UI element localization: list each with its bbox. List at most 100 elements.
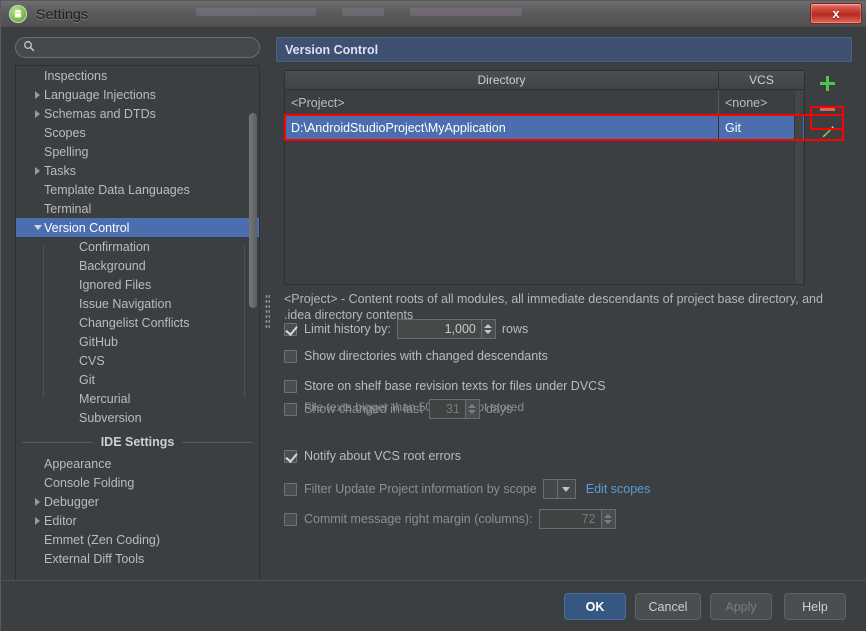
sidebar-item-inspections[interactable]: Inspections	[16, 66, 259, 85]
limit-history-label: Limit history by:	[304, 322, 391, 336]
edit-scopes-link[interactable]: Edit scopes	[586, 482, 651, 496]
option-show-changed-in-last[interactable]: Show changed in last31days	[284, 399, 512, 419]
sidebar-item-console-folding[interactable]: Console Folding	[16, 473, 259, 492]
cancel-button[interactable]: Cancel	[635, 593, 701, 620]
filter-update-project-by-scope-combo-value	[544, 480, 558, 498]
add-directory-button[interactable]	[812, 70, 842, 96]
sidebar-item-spelling[interactable]: Spelling	[16, 142, 259, 161]
spinner-down-icon[interactable]	[604, 520, 612, 524]
cell-directory: D:\AndroidStudioProject\MyApplication	[285, 115, 719, 140]
title-bar: Settings x	[1, 1, 866, 28]
sidebar-item-label: Debugger	[44, 495, 99, 509]
chevron-down-icon[interactable]	[31, 218, 44, 237]
limit-history-value[interactable]: 1,000	[397, 319, 481, 339]
commit-message-right-margin-spinner-buttons[interactable]	[601, 509, 616, 529]
sidebar-item-label: GitHub	[79, 335, 118, 349]
limit-history-spinner-buttons[interactable]	[481, 319, 496, 339]
sidebar-item-debugger[interactable]: Debugger	[16, 492, 259, 511]
sidebar-item-background[interactable]: Background	[16, 256, 259, 275]
spinner-up-icon[interactable]	[484, 324, 492, 328]
limit-history-spinner[interactable]: 1,000	[397, 319, 496, 339]
sidebar-item-ignored-files[interactable]: Ignored Files	[16, 275, 259, 294]
panel-body: Directory VCS <Project><none>D:\AndroidS…	[276, 70, 852, 594]
option-store-on-shelf-base-revision[interactable]: Store on shelf base revision texts for f…	[284, 379, 606, 393]
commit-message-right-margin-checkbox[interactable]	[284, 513, 297, 526]
show-changed-in-last-checkbox[interactable]	[284, 403, 297, 416]
sidebar-item-external-diff-tools[interactable]: External Diff Tools	[16, 549, 259, 568]
sidebar-item-label: Changelist Conflicts	[79, 316, 189, 330]
table-toolbar	[810, 70, 844, 285]
search-input[interactable]	[39, 40, 259, 56]
sidebar-scrollbar[interactable]	[249, 113, 257, 308]
filter-update-project-by-scope-checkbox[interactable]	[284, 483, 297, 496]
limit-history-checkbox[interactable]	[284, 323, 297, 336]
chevron-down-icon[interactable]	[558, 480, 575, 498]
option-filter-update-project-by-scope[interactable]: Filter Update Project information by sco…	[284, 479, 650, 499]
sidebar-item-label: Subversion	[79, 411, 142, 425]
apply-button[interactable]: Apply	[710, 593, 772, 620]
filter-update-project-by-scope-combo[interactable]	[543, 479, 576, 499]
sidebar-item-git[interactable]: Git	[16, 370, 259, 389]
notify-vcs-root-errors-checkbox[interactable]	[284, 450, 297, 463]
ok-button[interactable]: OK	[564, 593, 626, 620]
option-show-directories-changed-descendants[interactable]: Show directories with changed descendant…	[284, 349, 548, 363]
sidebar-item-mercurial[interactable]: Mercurial	[16, 389, 259, 408]
commit-message-right-margin-label: Commit message right margin (columns):	[304, 512, 533, 526]
spinner-down-icon[interactable]	[484, 330, 492, 334]
option-limit-history[interactable]: Limit history by: 1,000 rows	[284, 319, 528, 339]
help-button[interactable]: Help	[784, 593, 846, 620]
edit-directory-button[interactable]	[812, 122, 842, 148]
remove-directory-button[interactable]	[812, 96, 842, 122]
chevron-right-icon[interactable]	[31, 161, 44, 180]
sidebar-item-emmet-zen-coding[interactable]: Emmet (Zen Coding)	[16, 530, 259, 549]
sidebar-item-editor[interactable]: Editor	[16, 511, 259, 530]
close-button[interactable]: x	[810, 3, 862, 24]
sidebar-item-changelist-conflicts[interactable]: Changelist Conflicts	[16, 313, 259, 332]
sidebar-item-subversion[interactable]: Subversion	[16, 408, 259, 427]
column-header-vcs[interactable]: VCS	[719, 71, 804, 89]
sidebar-item-schemas-and-dtds[interactable]: Schemas and DTDs	[16, 104, 259, 123]
store-on-shelf-base-revision-checkbox[interactable]	[284, 380, 297, 393]
show-changed-in-last-value[interactable]: 31	[429, 399, 465, 419]
sidebar-item-terminal[interactable]: Terminal	[16, 199, 259, 218]
table-row[interactable]: D:\AndroidStudioProject\MyApplicationGit	[285, 115, 804, 140]
spinner-up-icon[interactable]	[468, 404, 476, 408]
sidebar-item-template-data-languages[interactable]: Template Data Languages	[16, 180, 259, 199]
search-box[interactable]	[15, 37, 260, 58]
sidebar-item-label: Ignored Files	[79, 278, 151, 292]
column-header-directory[interactable]: Directory	[285, 71, 719, 89]
chevron-right-icon[interactable]	[31, 511, 44, 530]
sidebar-item-confirmation[interactable]: Confirmation	[16, 237, 259, 256]
sidebar-item-version-control[interactable]: Version Control	[16, 218, 259, 237]
sidebar-item-label: Mercurial	[79, 392, 130, 406]
version-control-panel: Version Control Directory VCS <Project><…	[276, 37, 852, 594]
table-row[interactable]: <Project><none>	[285, 90, 804, 115]
panel-splitter[interactable]	[263, 28, 273, 631]
chevron-right-icon[interactable]	[31, 85, 44, 104]
vcs-directory-table[interactable]: Directory VCS <Project><none>D:\AndroidS…	[284, 70, 805, 285]
show-directories-changed-descendants-checkbox[interactable]	[284, 350, 297, 363]
sidebar-item-language-injections[interactable]: Language Injections	[16, 85, 259, 104]
remove-icon	[820, 108, 835, 111]
sidebar-item-issue-navigation[interactable]: Issue Navigation	[16, 294, 259, 313]
dialog-footer: OK Cancel Apply Help	[1, 580, 866, 631]
commit-message-right-margin-spinner[interactable]: 72	[539, 509, 616, 529]
sidebar-item-github[interactable]: GitHub	[16, 332, 259, 351]
sidebar-item-appearance[interactable]: Appearance	[16, 454, 259, 473]
sidebar-item-cvs[interactable]: CVS	[16, 351, 259, 370]
sidebar-item-scopes[interactable]: Scopes	[16, 123, 259, 142]
option-commit-message-right-margin[interactable]: Commit message right margin (columns): 72	[284, 509, 622, 529]
chevron-right-icon[interactable]	[31, 492, 44, 511]
sidebar-item-label: Spelling	[44, 145, 88, 159]
chevron-right-icon[interactable]	[31, 104, 44, 123]
option-notify-vcs-root-errors[interactable]: Notify about VCS root errors	[284, 449, 461, 463]
spinner-up-icon[interactable]	[604, 514, 612, 518]
commit-message-right-margin-value[interactable]: 72	[539, 509, 601, 529]
sidebar-item-tasks[interactable]: Tasks	[16, 161, 259, 180]
show-changed-in-last-spinner-buttons[interactable]	[465, 399, 480, 419]
limit-history-suffix: rows	[502, 322, 528, 336]
show-changed-in-last-spinner[interactable]: 31	[429, 399, 480, 419]
table-scrollbar[interactable]	[794, 91, 803, 284]
spinner-down-icon[interactable]	[468, 410, 476, 414]
settings-tree[interactable]: InspectionsLanguage InjectionsSchemas an…	[15, 65, 260, 594]
